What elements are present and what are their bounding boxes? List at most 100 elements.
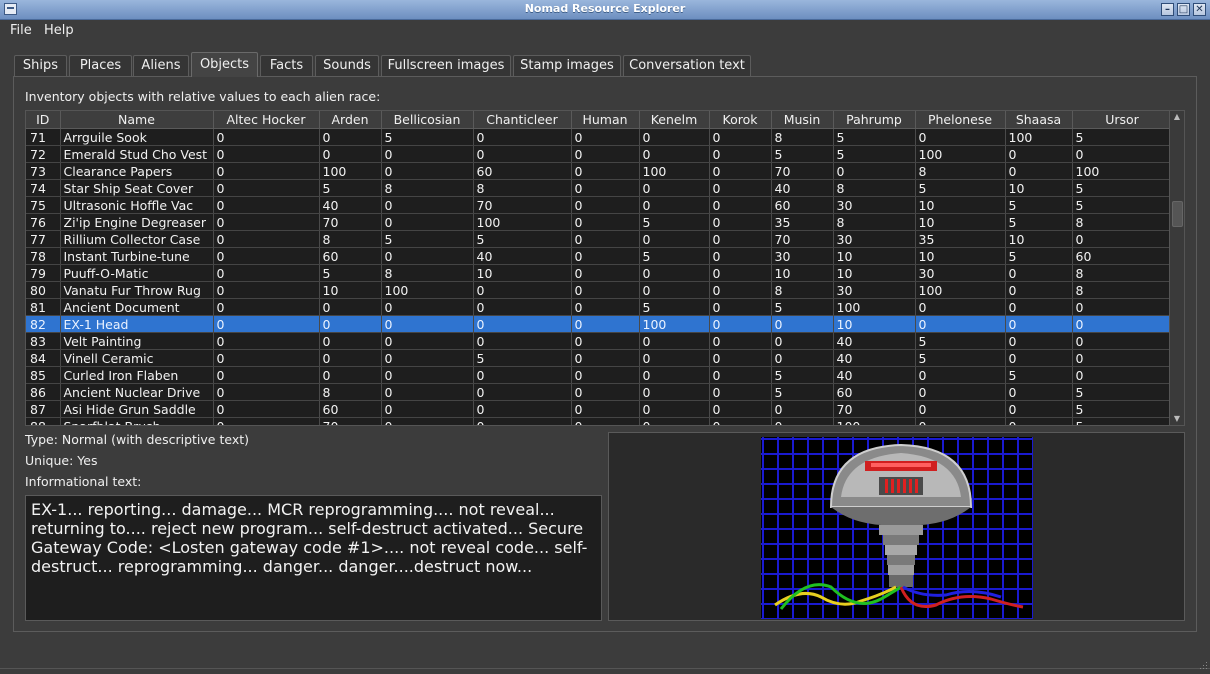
cell-id: 76 (26, 213, 61, 231)
cell-value: 0 (213, 366, 320, 384)
scroll-up-icon[interactable]: ▲ (1170, 111, 1184, 123)
column-header[interactable]: Pahrump (833, 111, 916, 129)
cell-value: 0 (1072, 145, 1173, 163)
table-row[interactable]: 88 Snarfblat Brush 0 70 0 0 0 0 0 0 100 0 0 5 (26, 417, 1173, 425)
tab-objects[interactable]: Objects (191, 52, 258, 77)
cell-value: 0 (381, 315, 474, 333)
cell-value: 0 (473, 417, 572, 425)
cell-value: 40 (771, 179, 834, 197)
cell-value: 0 (915, 128, 1006, 146)
cell-value: 8 (1072, 281, 1173, 299)
cell-value: 5 (1072, 417, 1173, 425)
cell-value: 0 (1072, 332, 1173, 350)
tab-sounds[interactable]: Sounds (315, 55, 379, 76)
close-icon[interactable]: ✕ (1193, 3, 1206, 16)
table-row[interactable]: 83 Velt Painting 0 0 0 0 0 0 0 0 40 5 0 0 (26, 332, 1173, 350)
table-row[interactable]: 84 Vinell Ceramic 0 0 0 5 0 0 0 0 40 5 0 0 (26, 349, 1173, 367)
column-header[interactable]: Musin (771, 111, 834, 129)
table-row[interactable]: 75 Ultrasonic Hoffle Vac 0 40 0 70 0 0 0 60 30 10 5 5 (26, 196, 1173, 214)
column-header[interactable]: Shaasa (1005, 111, 1073, 129)
cell-value: 0 (639, 264, 710, 282)
cell-id: 79 (26, 264, 61, 282)
table-row[interactable]: 76 Zi'ip Engine Degreaser 0 70 0 100 0 5 0 35 8 10 5… (26, 213, 1173, 231)
cell-value: 5 (1005, 196, 1073, 214)
cell-name: Puuff-O-Matic (60, 264, 214, 282)
cell-value: 0 (1005, 162, 1073, 180)
cell-value: 0 (709, 332, 772, 350)
tab-places[interactable]: Places (69, 55, 132, 76)
tab-ships[interactable]: Ships (14, 55, 67, 76)
table-row[interactable]: 71 Arrguile Sook 0 0 5 0 0 0 0 8 5 0 100 5 (26, 128, 1173, 146)
cell-id: 78 (26, 247, 61, 265)
menu-help[interactable]: Help (44, 23, 74, 38)
table-row[interactable]: 73 Clearance Papers 0 100 0 60 0 100 0 70 0 8 0 100 (26, 162, 1173, 180)
tab-facts[interactable]: Facts (260, 55, 313, 76)
column-header[interactable]: Altec Hocker (213, 111, 320, 129)
table-row[interactable]: 85 Curled Iron Flaben 0 0 0 0 0 0 0 5 40 0 5 0 (26, 366, 1173, 384)
cell-value: 0 (1005, 145, 1073, 163)
window-title: Nomad Resource Explorer (524, 2, 686, 15)
tab-conversation-text[interactable]: Conversation text (623, 55, 751, 76)
cell-value: 0 (1005, 383, 1073, 401)
table-scrollbar[interactable]: ▲ ▼ (1169, 111, 1184, 425)
cell-name: Instant Turbine-tune (60, 247, 214, 265)
table-row[interactable]: 79 Puuff-O-Matic 0 5 8 10 0 0 0 10 10 30 0 8 (26, 264, 1173, 282)
cell-value: 0 (639, 145, 710, 163)
cell-value: 5 (771, 145, 834, 163)
table-row[interactable]: 81 Ancient Document 0 0 0 0 0 5 0 5 100 0 0 0 (26, 298, 1173, 316)
cell-id: 83 (26, 332, 61, 350)
cell-value: 8 (319, 383, 382, 401)
tab-aliens[interactable]: Aliens (133, 55, 189, 76)
table-row[interactable]: 77 Rillium Collector Case 0 8 5 5 0 0 0 70 30 35 10 0 (26, 230, 1173, 248)
resize-grip-icon[interactable] (1198, 660, 1208, 670)
column-header[interactable]: Human (571, 111, 640, 129)
info-text-box[interactable]: EX-1... reporting... damage... MCR repro… (25, 495, 602, 621)
cell-value: 0 (213, 264, 320, 282)
cell-value: 5 (639, 213, 710, 231)
tab-stamp-images[interactable]: Stamp images (513, 55, 621, 76)
cell-value: 0 (1005, 400, 1073, 418)
column-header[interactable]: Phelonese (915, 111, 1006, 129)
objects-table[interactable]: ID Name Altec Hocker Arden Bellicosian Chanti… (25, 110, 1185, 426)
table-row[interactable]: 82 EX-1 Head 0 0 0 0 0 100 0 0 10 0 0 0 (26, 315, 1173, 333)
cell-value: 60 (771, 196, 834, 214)
column-header[interactable]: Name (60, 111, 214, 129)
column-header[interactable]: Korok (709, 111, 772, 129)
column-header[interactable]: ID (26, 111, 61, 129)
cell-value: 100 (381, 281, 474, 299)
cell-value: 5 (1072, 196, 1173, 214)
cell-value: 0 (571, 281, 640, 299)
column-header[interactable]: Chanticleer (473, 111, 572, 129)
cell-value: 40 (473, 247, 572, 265)
scroll-down-icon[interactable]: ▼ (1170, 413, 1184, 425)
scroll-thumb[interactable] (1172, 201, 1183, 227)
table-row[interactable]: 72 Emerald Stud Cho Vest 0 0 0 0 0 0 0 5 5 100 0 0 (26, 145, 1173, 163)
cell-value: 0 (319, 315, 382, 333)
table-row[interactable]: 86 Ancient Nuclear Drive 0 8 0 0 0 0 0 5 60 0 0 5 (26, 383, 1173, 401)
cell-value: 0 (915, 366, 1006, 384)
minimize-icon[interactable]: – (1161, 3, 1174, 16)
cell-value: 0 (213, 213, 320, 231)
column-header[interactable]: Kenelm (639, 111, 710, 129)
column-header[interactable]: Ursor (1072, 111, 1173, 129)
cell-value: 10 (771, 264, 834, 282)
cell-value: 5 (771, 383, 834, 401)
table-row[interactable]: 78 Instant Turbine-tune 0 60 0 40 0 5 0 30 10 10 5 60 (26, 247, 1173, 265)
table-row[interactable]: 74 Star Ship Seat Cover 0 5 8 8 0 0 0 40 8 5 10 5 (26, 179, 1173, 197)
cell-name: Asi Hide Grun Saddle (60, 400, 214, 418)
cell-value: 8 (381, 264, 474, 282)
maximize-icon[interactable]: □ (1177, 3, 1190, 16)
cell-name: Rillium Collector Case (60, 230, 214, 248)
tab-fullscreen-images[interactable]: Fullscreen images (381, 55, 511, 76)
cell-value: 0 (473, 315, 572, 333)
cell-value: 0 (1005, 332, 1073, 350)
table-row[interactable]: 87 Asi Hide Grun Saddle 0 60 0 0 0 0 0 0 70 0 0 5 (26, 400, 1173, 418)
cell-value: 0 (213, 128, 320, 146)
cell-id: 84 (26, 349, 61, 367)
table-row[interactable]: 80 Vanatu Fur Throw Rug 0 10 100 0 0 0 0 8 30 100 0 8 (26, 281, 1173, 299)
menu-file[interactable]: File (10, 23, 32, 38)
column-header[interactable]: Bellicosian (381, 111, 474, 129)
cell-value: 100 (833, 417, 916, 425)
cell-value: 8 (771, 128, 834, 146)
column-header[interactable]: Arden (319, 111, 382, 129)
